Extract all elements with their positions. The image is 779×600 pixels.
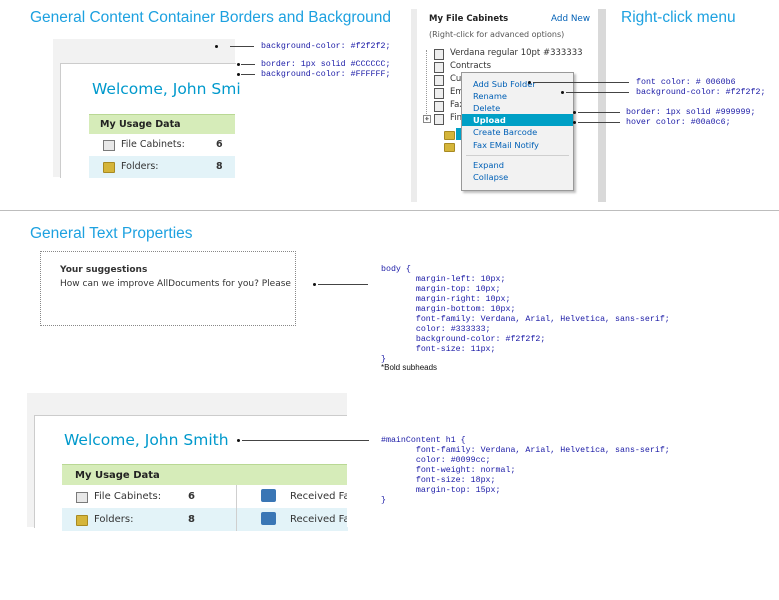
tree-item[interactable]: Contracts bbox=[450, 61, 491, 71]
annotation-dot bbox=[573, 111, 576, 114]
annotation-line bbox=[533, 82, 629, 83]
row-label: Folders: bbox=[121, 161, 159, 172]
section-divider bbox=[0, 210, 779, 211]
folder-icon bbox=[444, 131, 455, 140]
annotation-dot bbox=[561, 91, 564, 94]
bold-subheads-note: *Bold subheads bbox=[381, 363, 438, 372]
annotation-menu-bg: background-color: #f2f2f2; bbox=[636, 88, 766, 97]
welcome-heading: Welcome, John Smi bbox=[92, 80, 241, 98]
usage-row-file-cabinets[interactable]: File Cabinets: 6 bbox=[89, 134, 235, 156]
file-cabinet-icon bbox=[434, 62, 444, 73]
received-fax-icon bbox=[261, 489, 276, 502]
annotation-line bbox=[578, 122, 620, 123]
context-menu: Add Sub Folder Rename Delete Upload Crea… bbox=[461, 72, 574, 191]
body-css-code: body { margin-left: 10px; margin-top: 10… bbox=[381, 265, 670, 364]
file-cabinet-icon bbox=[103, 140, 115, 151]
usage-data-header: My Usage Data bbox=[89, 114, 235, 136]
menu-separator bbox=[466, 155, 569, 156]
tree-item[interactable]: Cu bbox=[450, 74, 461, 84]
usage-data-header: My Usage Data bbox=[62, 464, 347, 487]
menu-item-collapse[interactable]: Collapse bbox=[462, 171, 573, 183]
menu-item-rename[interactable]: Rename bbox=[462, 90, 573, 102]
annotation-dot bbox=[528, 81, 531, 84]
row-value: 8 bbox=[188, 514, 195, 525]
folder-icon bbox=[103, 162, 115, 173]
annotation-line bbox=[241, 64, 255, 65]
annotation-content-bg: background-color: #FFFFFF; bbox=[261, 70, 391, 79]
file-cabinets-title: My File Cabinets bbox=[429, 14, 509, 24]
row-label: Folders: bbox=[94, 514, 134, 525]
row-value: 6 bbox=[188, 491, 195, 502]
menu-item-delete[interactable]: Delete bbox=[462, 102, 573, 114]
row-value: 6 bbox=[216, 139, 223, 150]
expand-toggle-icon[interactable]: + bbox=[423, 115, 431, 123]
annotation-hover-color: hover color: #00a0c6; bbox=[626, 118, 731, 127]
folder-icon bbox=[444, 143, 455, 152]
panel-right-border bbox=[598, 9, 606, 202]
row-label: File Cabinets: bbox=[94, 491, 162, 502]
annotation-border: border: 1px solid #CCCCCC; bbox=[261, 60, 391, 69]
annotation-dot bbox=[573, 121, 576, 124]
annotation-line bbox=[241, 74, 255, 75]
annotation-dot bbox=[237, 63, 240, 66]
suggestions-heading: Your suggestions bbox=[60, 265, 148, 275]
tree-item[interactable]: Verdana regular 10pt #333333 bbox=[450, 48, 583, 58]
annotation-font-color: font color: # 0060b6 bbox=[636, 78, 736, 87]
menu-item-fax-email-notify[interactable]: Fax EMail Notify bbox=[462, 139, 573, 151]
annotation-dot bbox=[237, 439, 240, 442]
section-title-containers: General Content Container Borders and Ba… bbox=[30, 9, 392, 26]
row-label: File Cabinets: bbox=[121, 139, 185, 150]
annotation-dot bbox=[215, 45, 218, 48]
file-cabinet-icon bbox=[434, 101, 444, 112]
section-title-text-properties: General Text Properties bbox=[30, 225, 193, 242]
row-label: Received Fax bbox=[290, 491, 356, 502]
menu-item-add-sub-folder[interactable]: Add Sub Folder bbox=[462, 78, 573, 90]
annotation-dot bbox=[313, 283, 316, 286]
add-new-link[interactable]: Add New bbox=[551, 14, 590, 24]
row-value: 8 bbox=[216, 161, 223, 172]
file-cabinet-icon bbox=[434, 75, 444, 86]
heading-css-code: #mainContent h1 { font-family: Verdana, … bbox=[381, 436, 670, 505]
right-click-hint: (Right-click for advanced options) bbox=[429, 30, 565, 39]
usage-row-folders[interactable]: Folders: 8 bbox=[89, 156, 235, 178]
welcome-heading: Welcome, John Smith bbox=[64, 431, 229, 449]
usage-row-file-cabinets[interactable]: File Cabinets: 6 bbox=[62, 485, 236, 508]
tree-connector bbox=[426, 50, 427, 120]
menu-item-expand[interactable]: Expand bbox=[462, 159, 573, 171]
file-cabinet-icon bbox=[434, 88, 444, 99]
file-cabinet-icon bbox=[76, 492, 88, 503]
file-cabinet-icon bbox=[434, 114, 444, 125]
usage-row-received-fax[interactable]: Received Fax bbox=[236, 508, 356, 531]
row-label: Received Fax bbox=[290, 514, 356, 525]
section-title-right-click: Right-click menu bbox=[621, 9, 736, 26]
annotation-line bbox=[230, 46, 254, 47]
annotation-line bbox=[318, 284, 368, 285]
annotation-menu-border: border: 1px solid #999999; bbox=[626, 108, 756, 117]
usage-row-folders[interactable]: Folders: 8 bbox=[62, 508, 236, 531]
menu-item-upload[interactable]: Upload bbox=[462, 114, 573, 126]
file-cabinet-icon bbox=[434, 49, 444, 60]
annotation-line bbox=[566, 92, 629, 93]
folder-icon bbox=[76, 515, 88, 526]
annotation-dot bbox=[237, 73, 240, 76]
annotation-line bbox=[242, 440, 369, 441]
received-fax-icon bbox=[261, 512, 276, 525]
annotation-bg-color: background-color: #f2f2f2; bbox=[261, 42, 391, 51]
menu-item-create-barcode[interactable]: Create Barcode bbox=[462, 126, 573, 138]
annotation-line bbox=[578, 112, 620, 113]
suggestions-text: How can we improve AllDocuments for you?… bbox=[60, 279, 291, 289]
usage-row-received-fax[interactable]: Received Fax bbox=[236, 485, 356, 508]
